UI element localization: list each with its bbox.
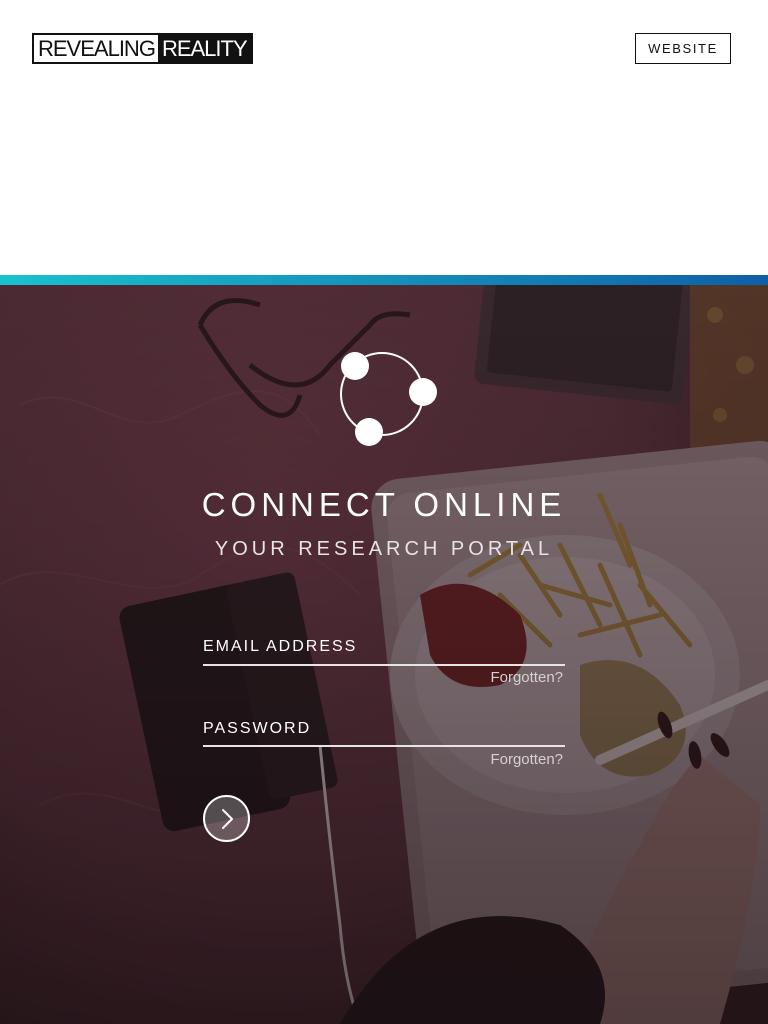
- chevron-right-icon: [221, 808, 233, 829]
- page-subtitle: YOUR RESEARCH PORTAL: [214, 538, 554, 560]
- password-underline: [203, 745, 565, 747]
- forgot-password-link[interactable]: Forgotten?: [490, 751, 563, 768]
- submit-button[interactable]: [203, 795, 250, 842]
- revealing-reality-logo[interactable]: REVEALING REALITY: [32, 33, 253, 64]
- email-field[interactable]: [203, 634, 565, 664]
- logo-word-right: REALITY: [157, 35, 251, 62]
- orbit-logo-icon: [340, 352, 437, 446]
- site-header: REVEALING REALITY WEBSITE: [0, 0, 768, 275]
- accent-gradient-bar: [0, 275, 768, 285]
- page-title: CONNECT ONLINE: [201, 486, 567, 523]
- logo-word-left: REVEALING: [34, 35, 158, 62]
- email-underline: [203, 664, 565, 666]
- forgot-email-link[interactable]: Forgotten?: [490, 669, 563, 686]
- website-button[interactable]: WEBSITE: [635, 33, 731, 64]
- password-field[interactable]: [203, 715, 565, 745]
